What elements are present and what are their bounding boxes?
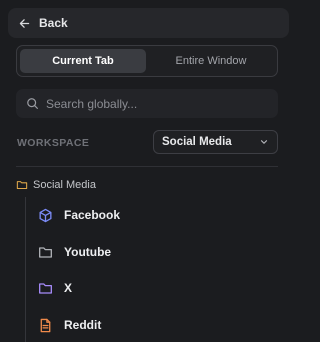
item-label: Facebook [64, 208, 121, 222]
side-panel: Back Current Tab Entire Window WORKSPACE… [0, 0, 294, 342]
view-toggle: Current Tab Entire Window [16, 45, 278, 77]
arrow-left-icon [19, 18, 30, 28]
item-label: X [64, 281, 73, 295]
folder-header[interactable]: Social Media [16, 179, 96, 191]
chevron-down-icon [260, 140, 268, 144]
list-item-youtube[interactable]: Youtube [38, 242, 258, 262]
divider [16, 166, 278, 167]
back-button[interactable]: Back [8, 8, 289, 38]
item-label: Reddit [64, 318, 102, 332]
search-box [16, 89, 278, 118]
search-input[interactable] [46, 96, 266, 111]
list-item-reddit[interactable]: Reddit [38, 315, 258, 335]
folder-title: Social Media [33, 179, 96, 191]
tab-entire-window[interactable]: Entire Window [148, 49, 274, 73]
item-label: Youtube [64, 245, 112, 259]
workspace-select-value: Social Media [162, 136, 232, 148]
cube-icon [39, 208, 52, 222]
tab-current-tab[interactable]: Current Tab [20, 49, 146, 73]
document-icon [40, 318, 51, 332]
workspace-select[interactable]: Social Media [153, 130, 278, 154]
back-label: Back [39, 16, 68, 30]
search-icon [27, 98, 38, 109]
folder-icon [39, 282, 52, 294]
list-item-x[interactable]: X [38, 278, 258, 298]
folder-icon [39, 246, 52, 258]
folder-icon [16, 181, 28, 190]
list-item-facebook[interactable]: Facebook [38, 205, 258, 225]
workspace-label: WORKSPACE [17, 137, 90, 149]
tree-guide-line [25, 197, 26, 342]
